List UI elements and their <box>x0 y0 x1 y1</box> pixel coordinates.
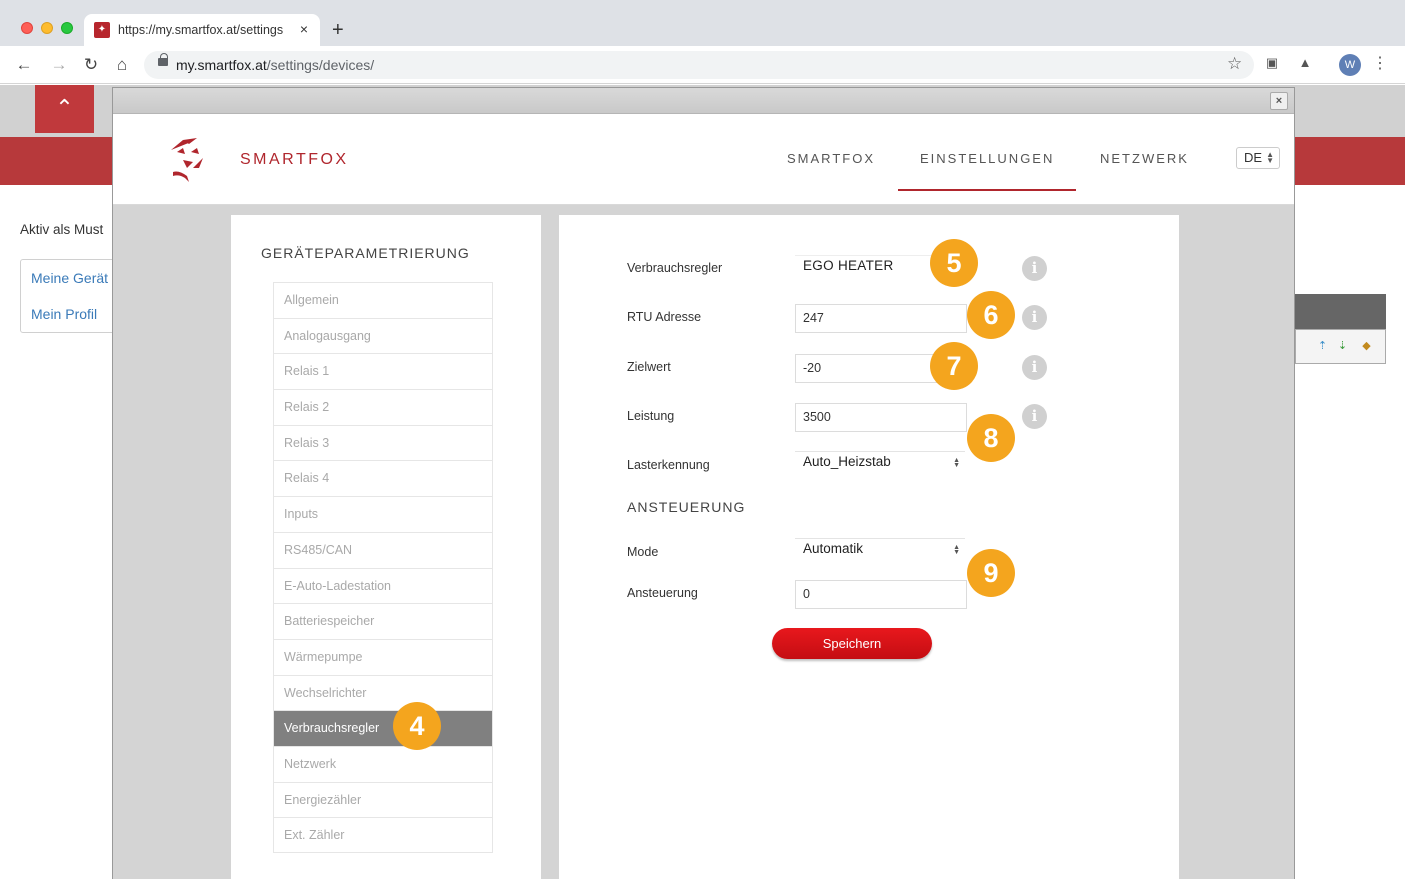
verbrauchsregler-label: Verbrauchsregler <box>627 261 723 275</box>
drive-icon[interactable]: ▲ <box>1296 54 1314 72</box>
step-badge-7: 7 <box>930 342 978 390</box>
ansteuerung-input[interactable]: 0 <box>795 580 967 609</box>
background-nav-my-profile[interactable]: Mein Profil <box>31 306 97 322</box>
window-maximize-button[interactable] <box>61 22 73 34</box>
smartfox-logo-icon <box>171 138 203 182</box>
brand-name: SMARTFOX <box>240 151 349 168</box>
smartfox-favicon-icon: ✦ <box>94 22 110 38</box>
device-form-panel: Verbrauchsregler EGO HEATER i RTU Adress… <box>559 215 1179 879</box>
mode-label: Mode <box>627 545 659 559</box>
sidebar-item-verbrauchsregler[interactable]: Verbrauchsregler <box>273 710 493 746</box>
sidebar-item-wechselrichter[interactable]: Wechselrichter <box>273 674 493 711</box>
step-badge-4: 4 <box>393 702 441 750</box>
background-table-header <box>1295 294 1386 329</box>
sidebar-item-waermepumpe[interactable]: Wärmepumpe <box>273 638 493 675</box>
sidebar-item-ext-zaehler[interactable]: Ext. Zähler <box>273 817 493 853</box>
background-icon-row: ⇡ ⇣ ◆ <box>1295 329 1386 364</box>
export-icon[interactable]: ◆ <box>1360 340 1373 353</box>
verbrauchsregler-info-icon[interactable]: i <box>1022 256 1047 281</box>
background-logo-icon: ⌃ <box>35 85 94 133</box>
background-nav: Meine Gerät Mein Profil <box>20 259 120 333</box>
back-icon[interactable]: ← <box>14 55 34 75</box>
step-badge-5: 5 <box>930 239 978 287</box>
verbrauchsregler-value: EGO HEATER <box>795 255 940 277</box>
window-minimize-button[interactable] <box>41 22 53 34</box>
sidebar-item-relais-1[interactable]: Relais 1 <box>273 353 493 390</box>
leistung-info-icon[interactable]: i <box>1022 404 1047 429</box>
sidebar-item-rs485-can[interactable]: RS485/CAN <box>273 531 493 568</box>
address-bar[interactable]: my.smartfox.at/settings/devices/ ☆ <box>144 51 1254 79</box>
rtu-adresse-input[interactable]: 247 <box>795 304 967 333</box>
lock-icon <box>158 53 168 66</box>
zielwert-info-icon[interactable]: i <box>1022 355 1047 380</box>
rtu-adresse-label: RTU Adresse <box>627 310 702 324</box>
upload-icon[interactable]: ⇡ <box>1316 340 1329 353</box>
leistung-input[interactable]: 3500 <box>795 403 967 432</box>
sidebar-item-energiezaehler[interactable]: Energiezähler <box>273 781 493 818</box>
device-settings-sidebar: GERÄTEPARAMETRIERUNG Allgemein Analogaus… <box>231 215 541 879</box>
download-icon[interactable]: ⇣ <box>1336 340 1349 353</box>
sidebar-item-relais-4[interactable]: Relais 4 <box>273 460 493 497</box>
sidebar-item-e-auto-ladestation[interactable]: E-Auto-Ladestation <box>273 567 493 604</box>
ansteuerung-label: Ansteuerung <box>627 586 698 600</box>
cast-icon[interactable]: ▣ <box>1263 54 1281 72</box>
sidebar-item-allgemein[interactable]: Allgemein <box>273 282 493 318</box>
sidebar-item-batteriespeicher[interactable]: Batteriespeicher <box>273 603 493 639</box>
select-arrows-icon: ▲ ▼ <box>953 457 960 469</box>
step-badge-9: 9 <box>967 549 1015 597</box>
sidebar-title: GERÄTEPARAMETRIERUNG <box>261 245 470 261</box>
nav-active-indicator <box>898 189 1076 191</box>
profile-avatar[interactable]: W <box>1339 54 1361 76</box>
modal-close-button[interactable]: × <box>1270 92 1288 110</box>
select-arrows-icon: ▲ ▼ <box>1266 150 1274 165</box>
mode-select[interactable]: Automatik ▲ ▼ <box>795 538 965 560</box>
background-active-user-text: Aktiv als Must <box>20 222 104 237</box>
url-text[interactable]: my.smartfox.at/settings/devices/ <box>176 57 374 73</box>
lasterkennung-label: Lasterkennung <box>627 458 710 472</box>
home-icon[interactable]: ⌂ <box>112 55 132 75</box>
sidebar-item-relais-2[interactable]: Relais 2 <box>273 389 493 425</box>
lasterkennung-select[interactable]: Auto_Heizstab ▲ ▼ <box>795 451 965 473</box>
modal-titlebar: × <box>113 88 1294 114</box>
sidebar-item-analogausgang[interactable]: Analogausgang <box>273 317 493 354</box>
window-close-button[interactable] <box>21 22 33 34</box>
sidebar-item-netzwerk[interactable]: Netzwerk <box>273 745 493 782</box>
sidebar-item-relais-3[interactable]: Relais 3 <box>273 424 493 461</box>
select-arrows-icon: ▲ ▼ <box>953 544 960 556</box>
app-header: SMARTFOX SMARTFOX EINSTELLUNGEN NETZWERK… <box>113 114 1294 205</box>
background-nav-my-devices[interactable]: Meine Gerät <box>31 270 108 286</box>
tab-title: https://my.smartfox.at/settings <box>118 23 284 37</box>
reload-icon[interactable]: ↻ <box>81 55 101 75</box>
nav-netzwerk[interactable]: NETZWERK <box>1100 151 1189 166</box>
settings-modal: × SMARTFOX SMARTFOX EINSTELLUNGEN NETZWE… <box>112 87 1295 879</box>
new-tab-button[interactable]: + <box>332 20 344 40</box>
browser-toolbar: ← → ↻ ⌂ my.smartfox.at/settings/devices/… <box>0 46 1405 84</box>
tab-close-icon[interactable]: × <box>296 21 312 37</box>
language-select[interactable]: DE ▲ ▼ <box>1236 147 1280 169</box>
bookmark-star-icon[interactable]: ☆ <box>1227 54 1242 74</box>
nav-smartfox[interactable]: SMARTFOX <box>787 151 875 166</box>
step-badge-8: 8 <box>967 414 1015 462</box>
sidebar-item-inputs[interactable]: Inputs <box>273 496 493 532</box>
sidebar-list: Allgemein Analogausgang Relais 1 Relais … <box>273 282 493 853</box>
browser-menu-icon[interactable]: ⋮ <box>1372 54 1388 74</box>
rtu-adresse-info-icon[interactable]: i <box>1022 305 1047 330</box>
forward-icon[interactable]: → <box>49 55 69 75</box>
browser-tab[interactable]: ✦ https://my.smartfox.at/settings × <box>84 14 320 46</box>
browser-titlebar: ✦ https://my.smartfox.at/settings × + <box>0 0 1405 46</box>
step-badge-6: 6 <box>967 291 1015 339</box>
save-button[interactable]: Speichern <box>772 628 932 659</box>
ansteuerung-section-title: ANSTEUERUNG <box>627 499 746 515</box>
nav-einstellungen[interactable]: EINSTELLUNGEN <box>920 151 1054 166</box>
leistung-label: Leistung <box>627 409 675 423</box>
zielwert-label: Zielwert <box>627 360 671 374</box>
